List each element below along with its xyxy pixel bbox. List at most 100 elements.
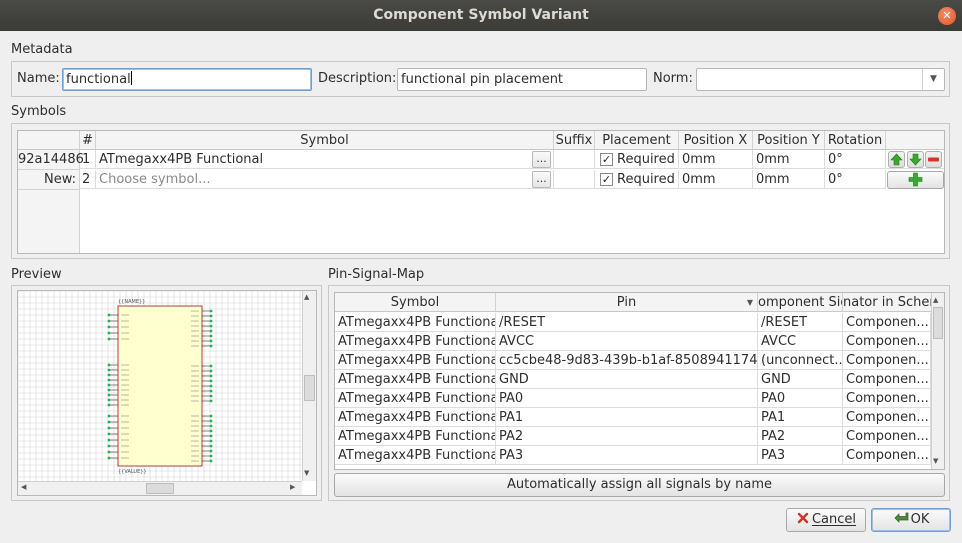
row-header-uuid: 92a14486 [18,150,84,170]
psm-signal-cell[interactable]: AVCC [758,332,843,351]
description-input[interactable]: functional pin placement [397,68,647,91]
new-suffix-cell[interactable] [554,170,595,189]
psm-pin-cell: PA0 [496,389,758,408]
description-label: Description: [318,71,397,86]
pin-endpoint [209,344,213,348]
psm-signal-cell[interactable]: PA3 [758,446,843,465]
symbol-cell[interactable]: ATmegaxx4PB Functional [96,150,554,169]
close-icon[interactable]: ✕ [938,7,956,25]
scroll-left-icon[interactable]: ◀ [21,483,26,491]
name-input[interactable]: functional [62,68,312,91]
psm-designator-cell[interactable]: Componen... [843,446,931,465]
rotation-cell[interactable]: 0° [825,150,886,169]
psm-signal-cell[interactable]: GND [758,370,843,389]
column-header-symbol[interactable]: Symbol [335,293,496,312]
move-up-button[interactable] [888,151,905,168]
psm-designator-cell[interactable]: Componen... [843,313,931,332]
column-header-rotation[interactable]: Rotation [825,131,886,150]
psm-pin-cell: GND [496,370,758,389]
column-header-position-x[interactable]: Position X [679,131,753,150]
scroll-right-icon[interactable]: ▶ [290,483,295,491]
table-scroll-thumb[interactable] [933,307,943,339]
browse-symbol-button[interactable]: ... [532,151,551,168]
vertical-scrollbar[interactable]: ▲ ▼ [302,291,316,481]
column-header-index[interactable]: # [80,131,96,150]
cancel-button[interactable]: Cancel [786,508,866,532]
symbol-preview[interactable]: {{NAME}} {{VALUE}} ▲ ▼ ◀ ▶ [17,290,317,496]
table-vertical-scrollbar[interactable]: ▲ ▼ [931,293,944,469]
psm-designator-cell[interactable]: Componen... [843,427,931,446]
ok-button[interactable]: OK [871,508,951,532]
horizontal-scrollbar[interactable]: ◀ ▶ [18,481,302,495]
position-x-cell[interactable]: 0mm [679,150,753,169]
suffix-cell[interactable] [554,150,595,169]
column-header-component-signal[interactable]: omponent Signa [758,293,843,312]
psm-designator-cell[interactable]: Componen... [843,370,931,389]
arrow-up-icon [890,153,903,166]
auto-assign-signals-button[interactable]: Automatically assign all signals by name [334,473,945,497]
ok-label: OK [910,512,930,527]
column-header-designator[interactable]: nator in Scher [843,293,931,312]
column-header-placement[interactable]: Placement [595,131,679,150]
pin-header-label: Pin [616,295,637,310]
pin-endpoint [209,334,213,338]
pin-endpoint [209,394,213,398]
position-y-cell[interactable]: 0mm [753,150,825,169]
pin-endpoint [107,432,111,436]
pin-endpoint [209,414,213,418]
psm-signal-cell[interactable]: PA1 [758,408,843,427]
psm-designator-cell[interactable]: Componen... [843,332,931,351]
psm-signal-cell[interactable]: /RESET [758,313,843,332]
scroll-down-icon[interactable]: ▼ [304,469,309,477]
psm-designator-cell[interactable]: Componen... [843,351,931,370]
remove-row-button[interactable] [925,151,942,168]
new-position-y-cell[interactable]: 0mm [753,170,825,189]
pin-endpoint [209,444,213,448]
psm-pin-cell: cc5cbe48-9d83-439b-b1af-8508941174e7 [496,351,758,370]
pin-endpoint [209,434,213,438]
new-row-index: 2 [80,170,96,189]
column-header-position-y[interactable]: Position Y [753,131,825,150]
horizontal-scroll-thumb[interactable] [146,483,174,494]
vertical-scroll-thumb[interactable] [304,375,315,401]
pin-endpoint [107,368,111,372]
column-header-actions [886,131,944,150]
ok-icon [894,512,908,523]
column-header-symbol[interactable]: Symbol [96,131,554,150]
pin-endpoint [209,424,213,428]
pin-endpoint [209,319,213,323]
pin-endpoint [209,389,213,393]
psm-pin-cell: PA1 [496,408,758,427]
move-down-button[interactable] [907,151,924,168]
preview-label: Preview [11,267,62,282]
psm-symbol-cell: ATmegaxx4PB Functional [335,408,496,427]
new-required-checkbox[interactable]: ✓ [600,173,613,186]
symbols-table[interactable]: # Symbol Suffix Placement Position X Pos… [17,130,945,254]
norm-combobox[interactable]: ▼ [696,68,945,91]
row-index: 1 [80,150,96,169]
new-rotation-cell[interactable]: 0° [825,170,886,189]
sort-indicator-icon: ▼ [746,298,753,307]
chevron-down-icon[interactable]: ▼ [922,69,944,90]
browse-new-symbol-button[interactable]: ... [532,171,551,188]
psm-designator-cell[interactable]: Componen... [843,389,931,408]
column-header-suffix[interactable]: Suffix [554,131,595,150]
pin-endpoint [107,450,111,454]
psm-signal-cell[interactable]: PA0 [758,389,843,408]
psm-signal-cell[interactable]: PA2 [758,427,843,446]
required-checkbox[interactable]: ✓ [600,153,613,166]
pin-signal-table[interactable]: Symbol Pin ▼ omponent Signa nator in Sch… [334,292,945,470]
pin-endpoint [107,313,111,317]
text-caret [130,71,132,85]
psm-designator-cell[interactable]: Componen... [843,408,931,427]
column-header-pin[interactable]: Pin ▼ [496,293,758,312]
add-symbol-button[interactable] [887,171,944,189]
scroll-up-icon[interactable]: ▲ [304,293,309,301]
psm-signal-cell[interactable]: (unconnect... [758,351,843,370]
pin-endpoint [107,337,111,341]
new-symbol-cell[interactable]: Choose symbol... [96,170,554,189]
preview-canvas: {{NAME}} {{VALUE}} [18,291,302,481]
scroll-down-icon[interactable]: ▼ [933,457,938,465]
scroll-up-icon[interactable]: ▲ [933,296,938,304]
new-position-x-cell[interactable]: 0mm [679,170,753,189]
